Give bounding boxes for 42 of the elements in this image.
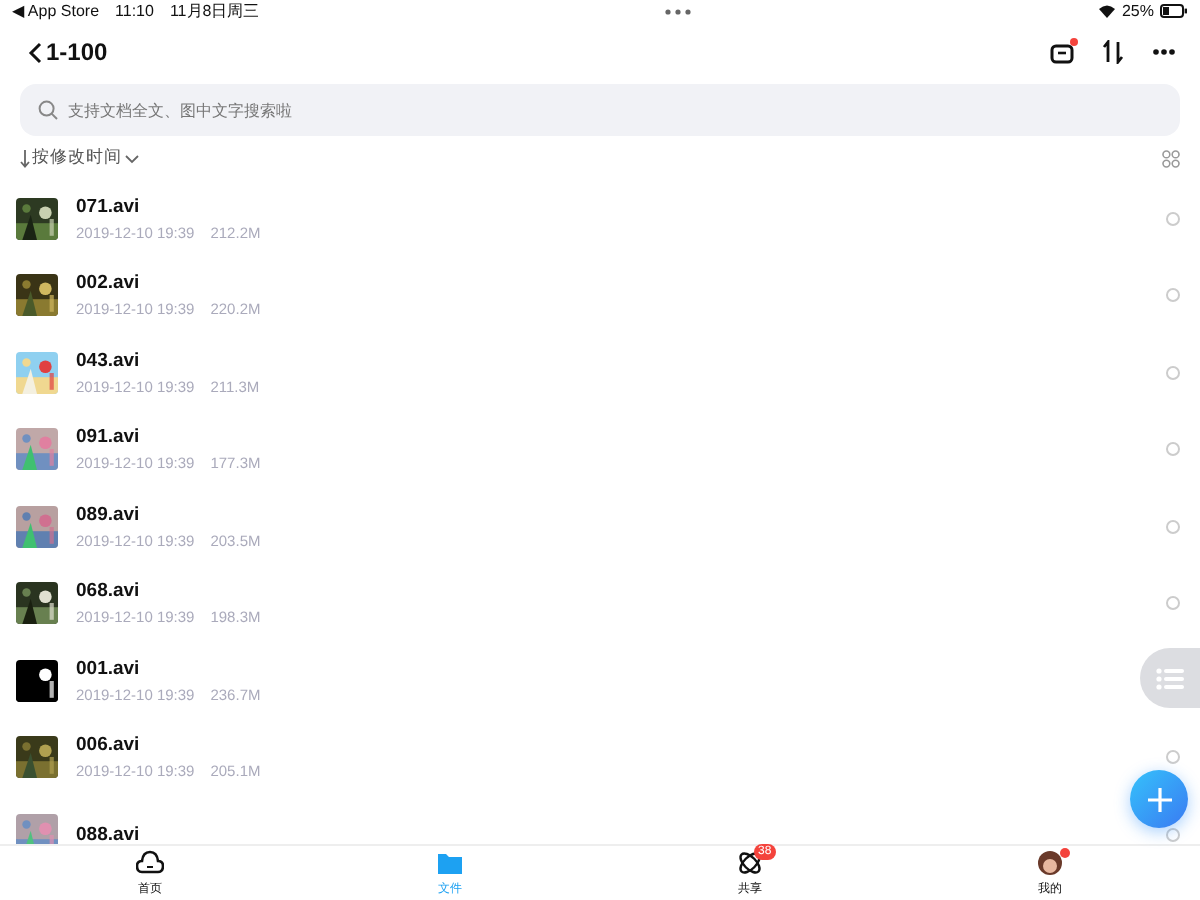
select-radio[interactable] bbox=[1166, 442, 1180, 457]
status-date: 11月8日周三 bbox=[169, 0, 260, 22]
battery-percent: 25% bbox=[1121, 2, 1154, 20]
grid-view-icon[interactable] bbox=[1162, 149, 1180, 167]
folder-icon bbox=[436, 849, 464, 875]
file-name: 091.avi bbox=[76, 426, 140, 449]
battery-icon bbox=[1160, 4, 1188, 18]
back-to-app-link[interactable]: ◀ App Store bbox=[12, 2, 100, 20]
file-name: 088.avi bbox=[76, 823, 140, 844]
select-radio[interactable] bbox=[1166, 365, 1180, 380]
back-icon[interactable] bbox=[28, 41, 42, 63]
select-radio[interactable] bbox=[1166, 519, 1180, 534]
down-arrow-icon bbox=[20, 149, 30, 167]
more-icon[interactable] bbox=[1152, 48, 1176, 56]
list-icon bbox=[1156, 667, 1184, 689]
avatar-icon bbox=[1036, 849, 1064, 875]
caret-icon bbox=[124, 153, 140, 163]
file-name: 089.avi bbox=[76, 503, 140, 526]
cloud-icon bbox=[136, 849, 164, 875]
folder-title: 1-100 bbox=[46, 38, 108, 66]
select-radio[interactable] bbox=[1166, 596, 1180, 611]
file-name: 068.avi bbox=[76, 580, 140, 603]
file-name: 001.avi bbox=[76, 657, 140, 680]
file-name: 006.avi bbox=[76, 734, 140, 757]
select-radio[interactable] bbox=[1166, 288, 1180, 303]
search-icon bbox=[38, 100, 58, 120]
plus-icon bbox=[1147, 787, 1171, 811]
file-name: 043.avi bbox=[76, 349, 140, 372]
select-radio[interactable] bbox=[1166, 750, 1180, 765]
file-name: 071.avi bbox=[76, 195, 140, 218]
status-time: 11:10 bbox=[115, 2, 154, 20]
search-field[interactable]: 支持文档全文、图中文字搜索啦 bbox=[20, 84, 1180, 136]
file-name: 002.avi bbox=[76, 272, 140, 295]
add-button[interactable] bbox=[1130, 770, 1188, 828]
select-radio[interactable] bbox=[1166, 211, 1180, 226]
multitasking-dots-icon bbox=[664, 7, 693, 15]
wifi-icon bbox=[1097, 4, 1116, 18]
sort-dropdown[interactable]: 按修改时间 bbox=[20, 146, 140, 170]
search-input[interactable]: 支持文档全文、图中文字搜索啦 bbox=[68, 101, 1162, 119]
tv-icon[interactable] bbox=[1050, 41, 1074, 63]
list-view-button[interactable] bbox=[1140, 648, 1200, 708]
sort-arrows-icon[interactable] bbox=[1102, 40, 1124, 64]
